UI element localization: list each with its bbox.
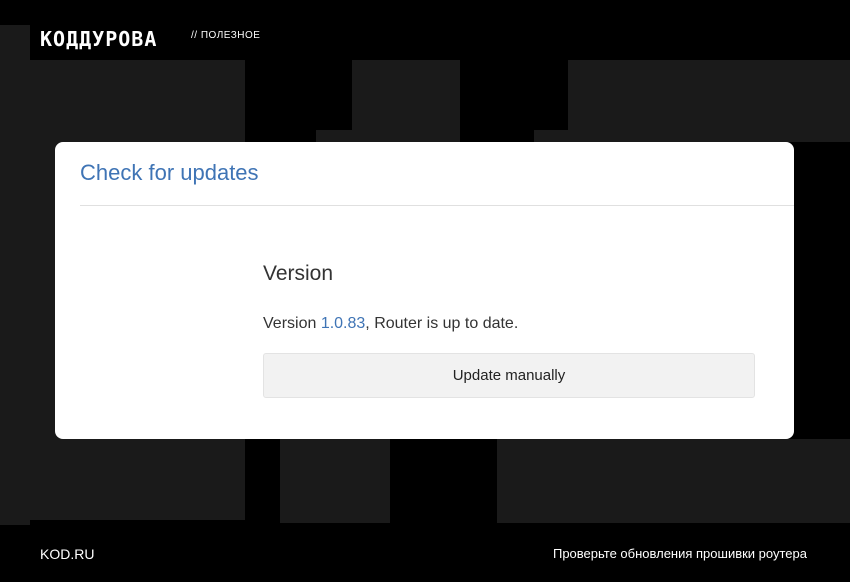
card-title: Check for updates (80, 160, 259, 185)
top-bar: КОДДУРОВА // ПОЛЕЗНОЕ (0, 0, 850, 60)
update-card: Check for updates Version Version 1.0.83… (55, 142, 794, 439)
version-status: Version 1.0.83, Router is up to date. (263, 314, 518, 334)
footer-site[interactable]: KOD.RU (40, 546, 94, 562)
section-tag: // ПОЛЕЗНОЕ (191, 30, 261, 41)
status-suffix: , Router is up to date. (365, 315, 519, 332)
title-divider (80, 205, 794, 206)
site-logo[interactable]: КОДДУРОВА (40, 29, 157, 49)
version-heading: Version (263, 262, 334, 285)
update-manually-button[interactable]: Update manually (263, 353, 755, 398)
status-prefix: Version (263, 315, 321, 332)
footer-caption: Проверьте обновления прошивки роутера (552, 546, 807, 561)
version-number: 1.0.83 (320, 315, 366, 332)
